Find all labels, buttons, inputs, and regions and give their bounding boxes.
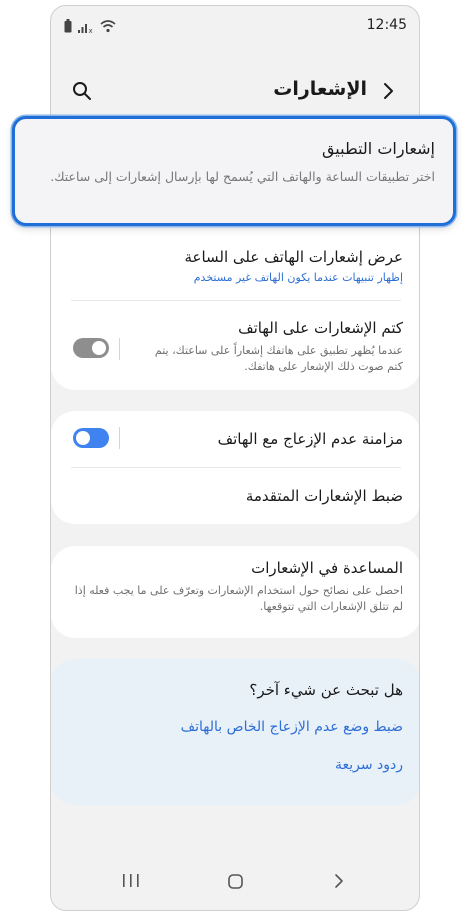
show-phone-notifications-subtitle: إظهار تنبيهات عندما يكون الهاتف غير مستخ… [193,271,403,284]
suggestions-heading: هل تبحث عن شيء آخر؟ [249,681,403,699]
app-notifications-item[interactable]: إشعارات التطبيق اختر تطبيقات الساعة واله… [12,116,456,226]
toggle-knob [92,341,106,355]
navigation-bar [51,852,419,910]
status-bar: x 12:45 [51,6,419,44]
phone-dnd-settings-link[interactable]: ضبط وضع عدم الإزعاج الخاص بالهاتف [181,719,403,735]
mute-on-phone-item[interactable]: كتم الإشعارات على الهاتف عندما يُظهر تطب… [147,319,403,375]
home-icon[interactable] [226,870,246,892]
signal-icon: x [78,24,93,33]
status-icons: x [64,17,116,35]
sync-dnd-toggle[interactable] [73,428,109,448]
vertical-separator [119,338,120,360]
show-phone-notifications-item[interactable]: عرض إشعارات الهاتف على الساعة إظهار تنبي… [69,248,403,284]
divider [71,467,401,468]
app-bar: الإشعارات [51,66,419,116]
notifications-help-item[interactable]: المساعدة في الإشعارات احصل على نصائح حول… [69,559,403,615]
show-phone-notifications-title: عرض إشعارات الهاتف على الساعة [184,248,403,266]
back-chevron-icon[interactable] [377,80,399,102]
divider [71,300,401,301]
battery-icon [64,19,72,33]
advanced-notifications-title: ضبط الإشعارات المتقدمة [245,487,403,505]
app-notifications-title: إشعارات التطبيق [321,139,435,158]
dnd-card: مزامنة عدم الإزعاج مع الهاتف ضبط الإشعار… [51,411,419,524]
notifications-help-title: المساعدة في الإشعارات [251,559,403,577]
mute-on-phone-subtitle: عندما يُظهر تطبيق على هاتفك إشعاراً على … [154,344,403,373]
notifications-help-subtitle: احصل على نصائح حول استخدام الإشعارات وتع… [74,584,403,613]
mute-on-phone-title: كتم الإشعارات على الهاتف [238,319,403,337]
back-nav-icon[interactable] [329,870,349,892]
mute-on-phone-toggle[interactable] [73,338,109,358]
search-icon[interactable] [71,80,93,102]
help-card: المساعدة في الإشعارات احصل على نصائح حول… [51,546,419,638]
quick-replies-link[interactable]: ردود سريعة [335,757,403,773]
app-notifications-description: اختر تطبيقات الساعة والهاتف التي يُسمح ل… [50,169,435,184]
toggle-knob [76,431,90,445]
vertical-separator [119,427,120,449]
wifi-icon [100,20,116,33]
suggestions-card: هل تبحث عن شيء آخر؟ ضبط وضع عدم الإزعاج … [51,659,419,805]
advanced-notifications-item[interactable]: ضبط الإشعارات المتقدمة [69,487,403,505]
status-time: 12:45 [366,17,407,33]
svg-text:x: x [89,27,93,33]
recent-apps-icon[interactable] [121,870,141,892]
page-title: الإشعارات [273,78,367,100]
